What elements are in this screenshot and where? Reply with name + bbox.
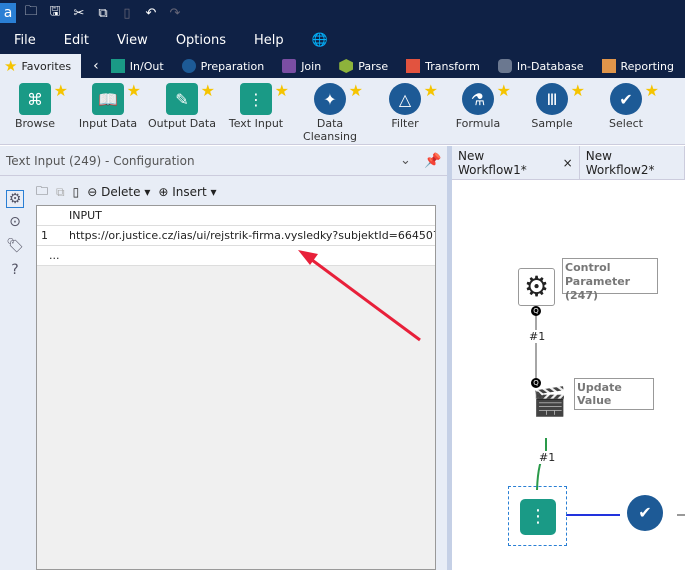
control-parameter-label: Control Parameter (247)	[562, 258, 658, 302]
q-anchor: Q	[531, 306, 541, 316]
text-input-node[interactable]: ⋮	[508, 486, 567, 546]
tab-workflow2[interactable]: New Workflow2*	[580, 145, 685, 180]
connection-label: #1	[529, 330, 546, 343]
clapperboard-icon[interactable]: 🎬	[532, 385, 567, 419]
select-node[interactable]: ✔	[627, 495, 663, 531]
connection-label: #1	[539, 451, 556, 464]
control-parameter-node[interactable]: ⚙	[518, 268, 555, 306]
update-value-label: Update Value	[574, 378, 654, 410]
tab-workflow1[interactable]: New Workflow1* ×	[452, 145, 580, 180]
workflow-canvas[interactable]: ⚙ Control Parameter (247) Q #1 Q 🎬 Updat…	[452, 180, 685, 570]
close-icon[interactable]: ×	[563, 156, 573, 170]
workflow-tabs: New Workflow1* × New Workflow2*	[452, 145, 685, 180]
